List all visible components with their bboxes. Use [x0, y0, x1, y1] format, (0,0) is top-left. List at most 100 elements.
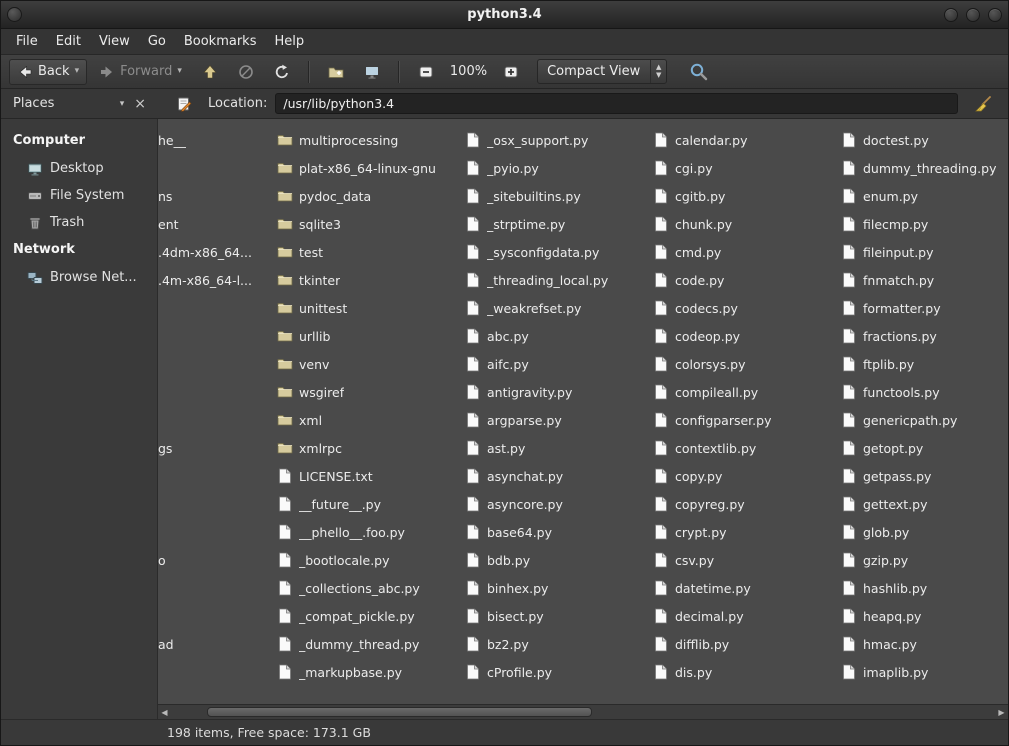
file-item[interactable]: tkinter — [273, 266, 461, 294]
file-item[interactable]: plat-x86_64-linux-gnu — [273, 154, 461, 182]
scrollbar-track[interactable] — [171, 705, 995, 719]
edit-location-button[interactable] — [168, 91, 200, 117]
menu-item[interactable]: View — [90, 31, 139, 52]
file-item[interactable]: multiprocessing — [273, 126, 461, 154]
minimize-button[interactable] — [944, 8, 958, 22]
file-item[interactable]: argparse.py — [461, 406, 649, 434]
file-item[interactable]: copyreg.py — [649, 490, 837, 518]
file-item[interactable] — [158, 602, 273, 630]
file-item[interactable]: he__ — [158, 126, 273, 154]
file-item[interactable]: _bootlocale.py — [273, 546, 461, 574]
location-input[interactable] — [275, 93, 958, 114]
file-item[interactable]: cmd.py — [649, 238, 837, 266]
search-button[interactable] — [681, 59, 717, 85]
stop-button[interactable] — [230, 59, 262, 85]
view-mode-spinner-icon[interactable]: ▲ ▼ — [650, 60, 666, 83]
file-item[interactable]: dummy_threading.py — [837, 154, 1008, 182]
back-button[interactable]: Back ▾ — [9, 59, 87, 85]
file-item[interactable]: crypt.py — [649, 518, 837, 546]
file-item[interactable]: ast.py — [461, 434, 649, 462]
file-item[interactable]: _pyio.py — [461, 154, 649, 182]
file-item[interactable]: ftplib.py — [837, 350, 1008, 378]
file-item[interactable]: asyncore.py — [461, 490, 649, 518]
forward-button[interactable]: Forward ▾ — [91, 59, 190, 85]
file-item[interactable]: _collections_abc.py — [273, 574, 461, 602]
file-item[interactable]: formatter.py — [837, 294, 1008, 322]
file-item[interactable]: difflib.py — [649, 630, 837, 658]
file-item[interactable]: __phello__.foo.py — [273, 518, 461, 546]
new-folder-button[interactable] — [320, 59, 352, 85]
file-item[interactable]: getopt.py — [837, 434, 1008, 462]
scroll-right-icon[interactable]: ▶ — [995, 708, 1008, 717]
file-item[interactable]: pydoc_data — [273, 182, 461, 210]
file-item[interactable]: genericpath.py — [837, 406, 1008, 434]
file-item[interactable]: antigravity.py — [461, 378, 649, 406]
file-item[interactable]: urllib — [273, 322, 461, 350]
maximize-button[interactable] — [966, 8, 980, 22]
file-item[interactable] — [158, 490, 273, 518]
menu-item[interactable]: Help — [265, 31, 313, 52]
file-item[interactable] — [158, 406, 273, 434]
file-item[interactable] — [158, 378, 273, 406]
file-item[interactable]: imaplib.py — [837, 658, 1008, 686]
file-item[interactable]: gzip.py — [837, 546, 1008, 574]
file-item[interactable]: ad — [158, 630, 273, 658]
file-item[interactable]: csv.py — [649, 546, 837, 574]
file-item[interactable]: _sitebuiltins.py — [461, 182, 649, 210]
file-item[interactable] — [158, 574, 273, 602]
file-item[interactable] — [158, 462, 273, 490]
file-item[interactable]: cProfile.py — [461, 658, 649, 686]
file-item[interactable]: colorsys.py — [649, 350, 837, 378]
file-item[interactable]: abc.py — [461, 322, 649, 350]
file-item[interactable]: contextlib.py — [649, 434, 837, 462]
file-item[interactable] — [158, 322, 273, 350]
forward-dropdown-caret-icon[interactable]: ▾ — [177, 67, 182, 76]
sidebar-item-file-system[interactable]: File System — [1, 182, 157, 209]
file-item[interactable]: getpass.py — [837, 462, 1008, 490]
file-item[interactable]: copy.py — [649, 462, 837, 490]
file-item[interactable]: _sysconfigdata.py — [461, 238, 649, 266]
sidebar-item-browse-network[interactable]: Browse Net... — [1, 264, 157, 291]
file-item[interactable]: gs — [158, 434, 273, 462]
file-item[interactable]: fractions.py — [837, 322, 1008, 350]
file-item[interactable]: unittest — [273, 294, 461, 322]
file-item[interactable]: .4dm-x86_64... — [158, 238, 273, 266]
file-item[interactable]: functools.py — [837, 378, 1008, 406]
clear-location-button[interactable] — [966, 91, 1000, 117]
file-item[interactable]: bdb.py — [461, 546, 649, 574]
file-item[interactable]: ent — [158, 210, 273, 238]
file-item[interactable]: code.py — [649, 266, 837, 294]
file-item[interactable]: codecs.py — [649, 294, 837, 322]
menu-item[interactable]: Go — [139, 31, 175, 52]
scrollbar-thumb[interactable] — [207, 707, 592, 717]
file-item[interactable]: doctest.py — [837, 126, 1008, 154]
zoom-out-button[interactable] — [410, 59, 442, 85]
file-item[interactable]: wsgiref — [273, 378, 461, 406]
file-item[interactable] — [158, 294, 273, 322]
sidebar-item-desktop[interactable]: Desktop — [1, 155, 157, 182]
file-item[interactable] — [158, 518, 273, 546]
file-item[interactable]: .4m-x86_64-l... — [158, 266, 273, 294]
scroll-left-icon[interactable]: ◀ — [158, 708, 171, 717]
file-item[interactable]: aifc.py — [461, 350, 649, 378]
file-item[interactable]: dis.py — [649, 658, 837, 686]
sidebar-item-trash[interactable]: Trash — [1, 209, 157, 236]
file-item[interactable]: _threading_local.py — [461, 266, 649, 294]
back-dropdown-caret-icon[interactable]: ▾ — [75, 67, 80, 76]
up-button[interactable] — [194, 59, 226, 85]
file-item[interactable]: heapq.py — [837, 602, 1008, 630]
file-item[interactable]: ns — [158, 182, 273, 210]
file-item[interactable]: LICENSE.txt — [273, 462, 461, 490]
places-close-icon[interactable]: × — [130, 97, 150, 111]
file-item[interactable]: _markupbase.py — [273, 658, 461, 686]
file-item[interactable]: bisect.py — [461, 602, 649, 630]
file-item[interactable]: _osx_support.py — [461, 126, 649, 154]
file-item[interactable]: sqlite3 — [273, 210, 461, 238]
file-item[interactable]: _strptime.py — [461, 210, 649, 238]
file-item[interactable]: binhex.py — [461, 574, 649, 602]
file-item[interactable]: configparser.py — [649, 406, 837, 434]
menu-item[interactable]: Edit — [47, 31, 90, 52]
file-item[interactable]: glob.py — [837, 518, 1008, 546]
file-item[interactable]: bz2.py — [461, 630, 649, 658]
file-item[interactable]: decimal.py — [649, 602, 837, 630]
